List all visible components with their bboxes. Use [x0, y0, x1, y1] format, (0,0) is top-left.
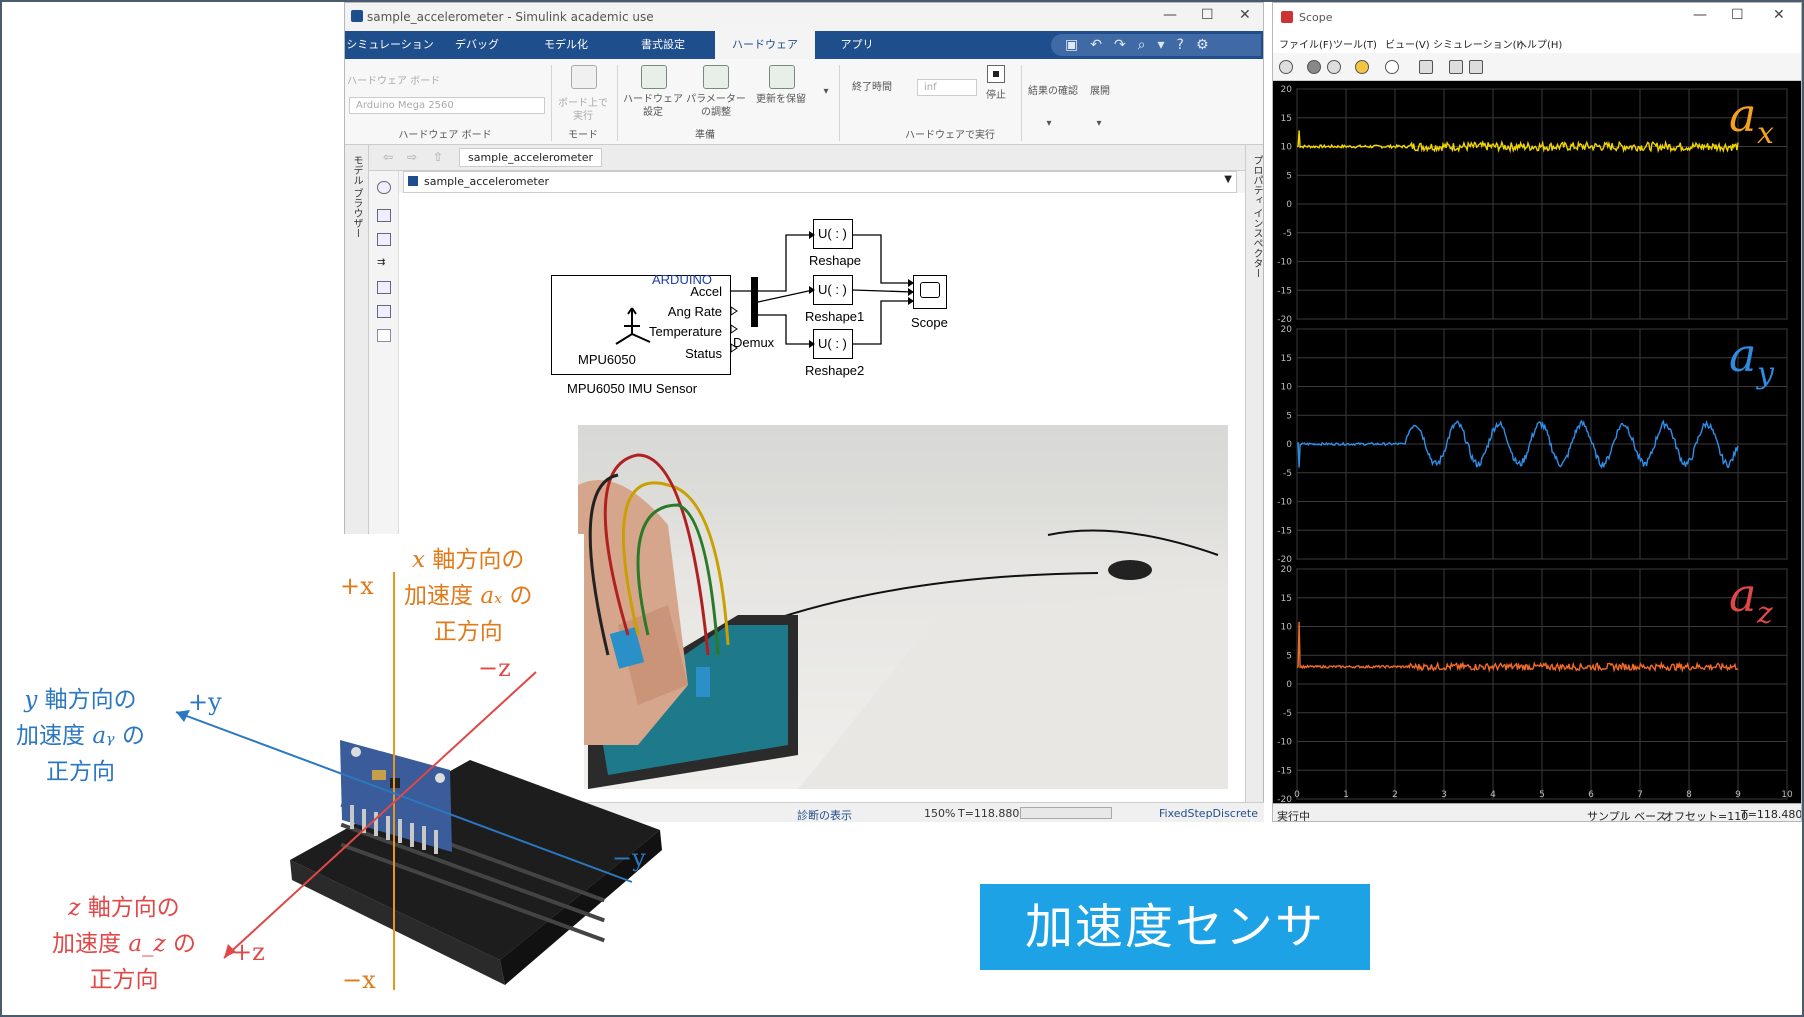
axes-diagram — [175, 534, 662, 990]
z-line2a: 加速度 — [52, 931, 121, 957]
z-var: z — [68, 895, 81, 921]
y-line2b: の — [122, 723, 145, 749]
x-line2a: 加速度 — [404, 583, 473, 609]
x-acc: aₓ — [480, 583, 503, 609]
z-line2b: の — [172, 931, 196, 957]
z-line1: 軸方向の — [87, 895, 180, 921]
minus-y-label: −y — [612, 844, 646, 872]
y-line2a: 加速度 — [16, 723, 85, 749]
y-acc: aᵧ — [92, 723, 115, 749]
y-line1: 軸方向の — [44, 687, 137, 713]
y-direction-annotation: y 軸方向の 加速度 aᵧ の 正方向 — [16, 682, 145, 790]
accelerometer-title-badge: 加速度センサ — [980, 884, 1370, 970]
y-var: y — [24, 687, 38, 713]
plus-y-label: +y — [188, 688, 222, 716]
z-acc: a_z — [128, 931, 166, 957]
minus-z-label: −z — [478, 654, 511, 682]
minus-x-label: −x — [342, 966, 376, 994]
x-direction-annotation: x 軸方向の 加速度 aₓ の 正方向 — [404, 542, 533, 650]
z-direction-annotation: z 軸方向の 加速度 a_z の 正方向 — [52, 890, 196, 998]
z-line3: 正方向 — [89, 967, 159, 993]
x-var: x — [412, 547, 426, 573]
x-line3: 正方向 — [433, 619, 503, 645]
y-line3: 正方向 — [46, 759, 115, 785]
x-line2b: の — [509, 583, 533, 609]
x-line1: 軸方向の — [432, 547, 525, 573]
plus-x-label: +x — [340, 572, 374, 600]
plus-z-label: +z — [232, 938, 265, 966]
